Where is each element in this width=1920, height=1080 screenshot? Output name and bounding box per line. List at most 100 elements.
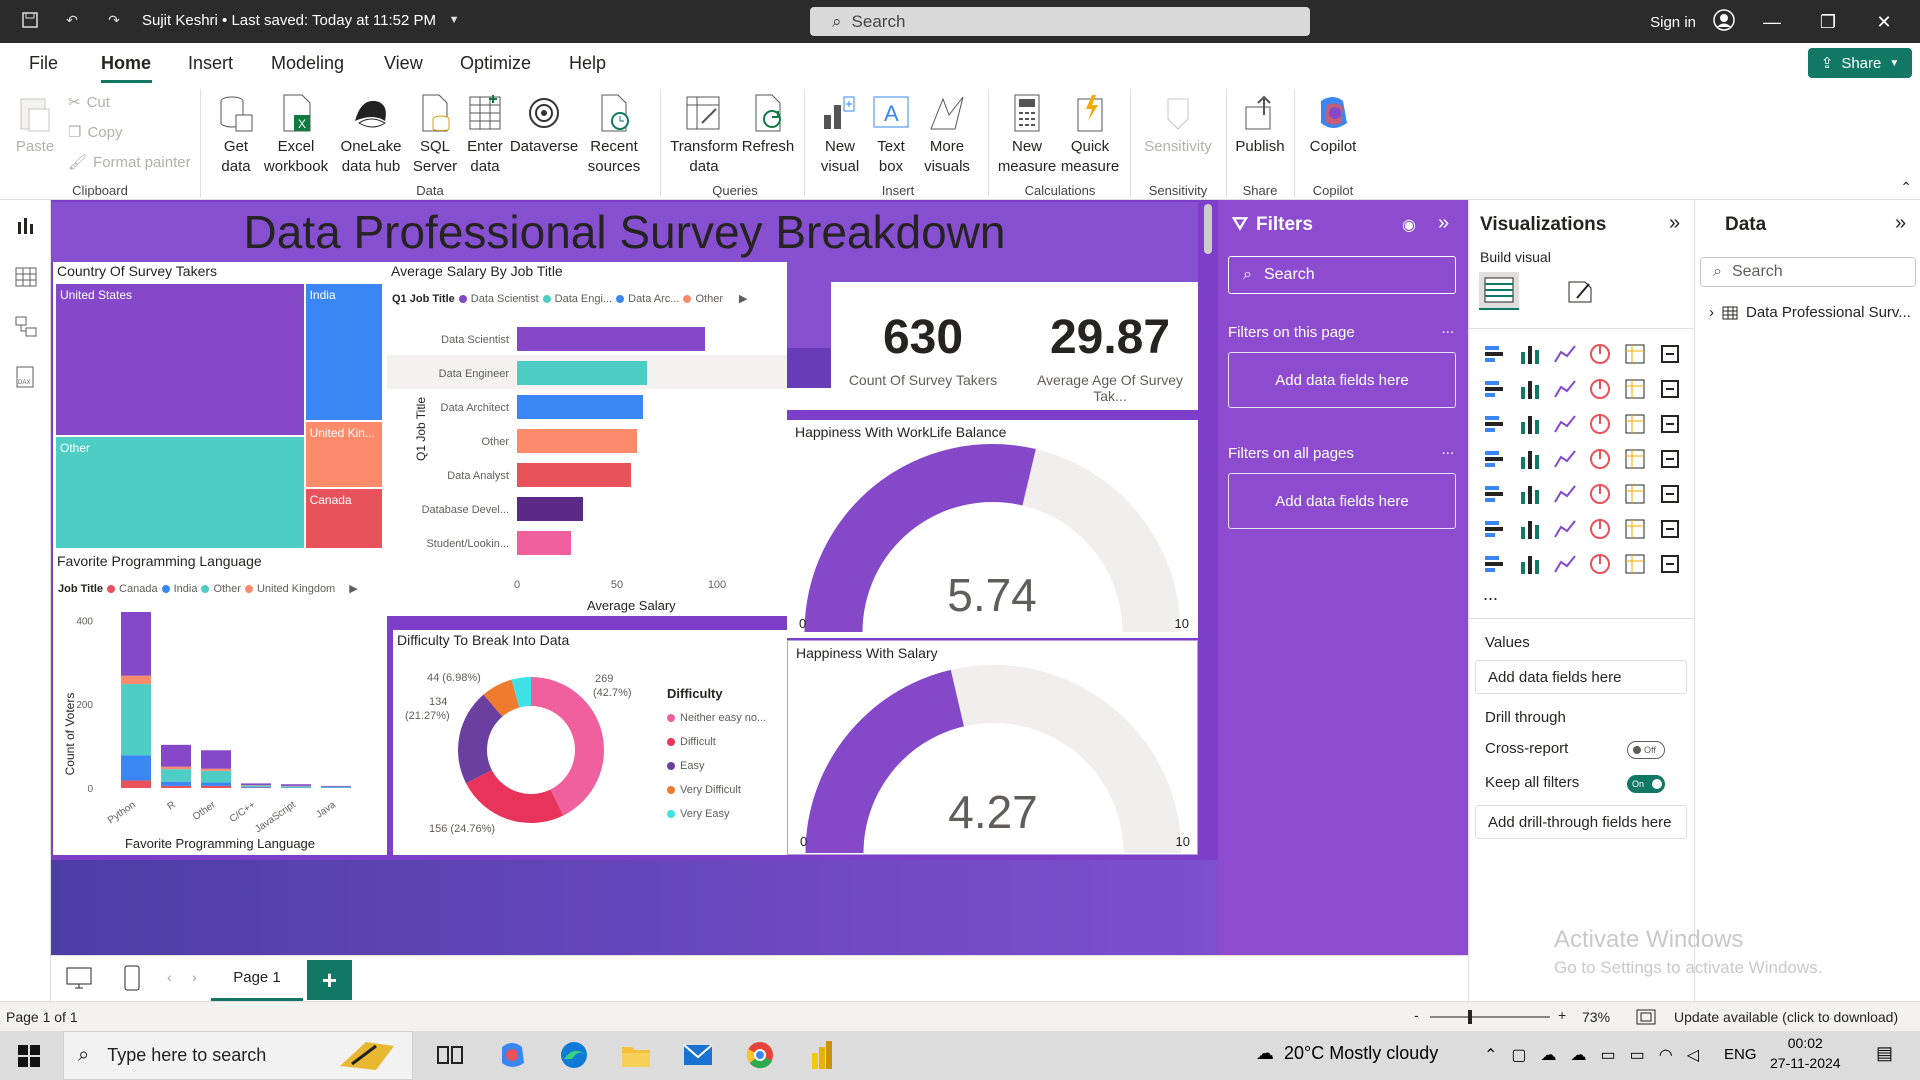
excel-workbook-button[interactable]: X Excel workbook [260, 93, 332, 177]
chevron-down-icon[interactable]: ▼ [444, 10, 464, 30]
build-visual-tab[interactable] [1479, 272, 1519, 310]
values-dropzone[interactable]: Add data fields here [1475, 660, 1687, 694]
onelake-button[interactable]: OneLake data hub [332, 93, 410, 177]
text-box-button[interactable]: A Text box [866, 93, 916, 177]
filled-map-icon[interactable] [1551, 445, 1579, 473]
file-title[interactable]: Sujit Keshri • Last saved: Today at 11:5… [142, 12, 436, 29]
new-visual-button[interactable]: New visual [814, 93, 866, 177]
azure-map-icon[interactable] [1586, 445, 1614, 473]
sql-server-button[interactable]: SQL Server [410, 93, 460, 177]
treemap-cell[interactable]: India [305, 284, 382, 420]
treemap-cell[interactable]: Canada [305, 488, 382, 548]
stacked-area-icon[interactable] [1551, 375, 1579, 403]
add-page-button[interactable]: + [307, 960, 352, 1000]
sensitivity-button[interactable]: Sensitivity [1138, 93, 1218, 157]
drill-through-dropzone[interactable]: Add drill-through fields here [1475, 805, 1687, 839]
dashboard-title[interactable]: Data Professional Survey Breakdown [51, 202, 1198, 262]
more-options-icon[interactable]: ... [1441, 320, 1454, 337]
r-visual-icon[interactable] [1656, 480, 1684, 508]
copy-button[interactable]: ❐ Copy [68, 123, 122, 142]
powerbi-icon[interactable] [806, 1039, 838, 1071]
decomposition-tree-icon[interactable] [1551, 515, 1579, 543]
waterfall-icon[interactable] [1516, 410, 1544, 438]
key-influencers-icon[interactable] [1516, 515, 1544, 543]
onedrive-icon[interactable]: ☁ [1541, 1045, 1557, 1065]
mail-icon[interactable] [682, 1039, 714, 1071]
collapse-ribbon-icon[interactable]: ⌃ [1900, 179, 1912, 196]
arrows-icon[interactable] [1656, 550, 1684, 578]
legend-item[interactable]: Easy [667, 754, 766, 778]
recent-sources-button[interactable]: Recent sources [578, 93, 650, 177]
area-chart-icon[interactable] [1516, 375, 1544, 403]
qa-icon[interactable] [1586, 515, 1614, 543]
prev-page-icon[interactable]: ‹ [167, 969, 172, 985]
chrome-icon[interactable] [744, 1039, 776, 1071]
minimize-button[interactable]: — [1752, 12, 1792, 33]
taskbar-search[interactable]: ⌕ Type here to search [63, 1031, 413, 1080]
next-page-icon[interactable]: › [192, 969, 197, 985]
chevron-up-icon[interactable]: ⌃ [1484, 1045, 1497, 1065]
data-table-item[interactable]: › Data Professional Surv... [1709, 304, 1911, 321]
metrics-icon[interactable] [1586, 550, 1614, 578]
share-button[interactable]: ⇪ Share ▼ [1808, 48, 1912, 78]
cut-button[interactable]: ✂ Cut [68, 93, 110, 112]
clustered-bar-icon[interactable] [1551, 340, 1579, 368]
map-icon[interactable] [1516, 445, 1544, 473]
legend-item[interactable]: Very Difficult [667, 778, 766, 802]
more-options-icon[interactable]: ... [1441, 441, 1454, 458]
menu-help[interactable]: Help [569, 53, 606, 74]
battery-icon[interactable]: ▭ [1630, 1045, 1645, 1065]
copilot-button[interactable]: Copilot [1302, 93, 1364, 157]
kpi-icon[interactable] [1516, 480, 1544, 508]
python-visual-icon[interactable] [1481, 515, 1509, 543]
new-measure-button[interactable]: New measure [994, 93, 1060, 177]
enter-data-button[interactable]: Enter data [460, 93, 510, 177]
volume-icon[interactable]: ◁ [1687, 1045, 1699, 1065]
windows-start-icon[interactable] [18, 1045, 40, 1067]
notifications-icon[interactable]: ▤ [1876, 1043, 1893, 1064]
data-search[interactable]: ⌕ Search [1700, 257, 1916, 287]
canvas-scrollbar[interactable] [1204, 204, 1212, 254]
salary-gauge[interactable]: Happiness With Salary 4.27 0 10 [787, 640, 1198, 855]
publish-button[interactable]: Publish [1232, 93, 1288, 157]
signin-link[interactable]: Sign in [1650, 14, 1696, 31]
clustered-column-icon[interactable] [1586, 340, 1614, 368]
save-icon[interactable] [20, 10, 40, 30]
menu-file[interactable]: File [29, 53, 58, 74]
refresh-button[interactable]: Refresh [740, 93, 796, 157]
fit-page-icon[interactable] [1636, 1009, 1656, 1025]
treemap-cell[interactable]: Other [56, 437, 304, 548]
menu-view[interactable]: View [384, 53, 423, 74]
line-clustered-icon[interactable] [1656, 375, 1684, 403]
line-chart-icon[interactable] [1481, 375, 1509, 403]
100-area-icon[interactable] [1586, 375, 1614, 403]
zoom-in-button[interactable]: + [1558, 1007, 1566, 1023]
eye-icon[interactable]: ◉ [1402, 215, 1416, 235]
100-column-icon[interactable] [1656, 340, 1684, 368]
account-icon[interactable] [1712, 8, 1736, 36]
menu-modeling[interactable]: Modeling [271, 53, 344, 74]
zoom-slider[interactable] [1430, 1016, 1550, 1018]
paste-button[interactable]: Paste [14, 93, 56, 157]
title-search-box[interactable]: ⌕ Search [810, 7, 1310, 36]
stacked-bar-icon[interactable] [1481, 340, 1509, 368]
donut-chart-icon[interactable] [1656, 410, 1684, 438]
ribbon-chart-icon[interactable] [1481, 410, 1509, 438]
task-view-icon[interactable] [434, 1039, 466, 1071]
scatter-icon[interactable] [1586, 410, 1614, 438]
matrix-icon[interactable] [1621, 480, 1649, 508]
zoom-slider-thumb[interactable] [1468, 1010, 1472, 1024]
all-pages-filter-dropzone[interactable]: Add data fields here [1228, 473, 1456, 529]
keep-filters-toggle[interactable]: On [1627, 775, 1665, 793]
worklife-gauge[interactable]: Happiness With WorkLife Balance 5.74 0 1… [787, 420, 1198, 638]
stacked-column-icon[interactable] [1516, 340, 1544, 368]
treemap-icon[interactable] [1481, 445, 1509, 473]
more-visuals-button[interactable]: More visuals [916, 93, 978, 177]
mobile-layout-icon[interactable] [123, 964, 141, 992]
treemap-cell[interactable]: United States [56, 284, 304, 436]
more-visuals-dots-icon[interactable]: ... [1483, 584, 1498, 605]
device-icon[interactable]: ▢ [1511, 1045, 1526, 1065]
display-icon[interactable]: ▭ [1601, 1045, 1616, 1065]
menu-insert[interactable]: Insert [188, 53, 233, 74]
table-icon[interactable] [1586, 480, 1614, 508]
